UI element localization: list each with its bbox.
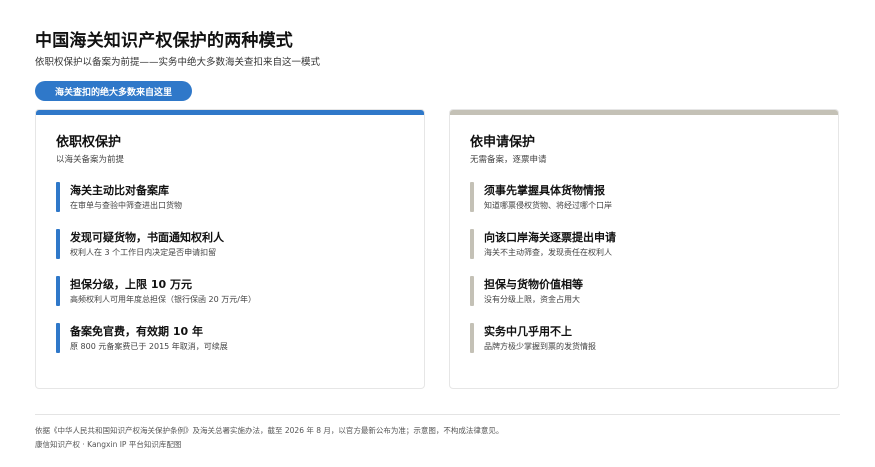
list-item: 发现可疑货物，书面通知权利人 权利人在 3 个工作日内决定是否申请扣留 bbox=[56, 229, 406, 259]
ex-officio-protection-card: 依职权保护 以海关备案为前提 海关主动比对备案库 在审单与查验中筛查进出口货物 … bbox=[35, 109, 425, 389]
list-item: 海关主动比对备案库 在审单与查验中筛查进出口货物 bbox=[56, 182, 406, 212]
item-heading: 发现可疑货物，书面通知权利人 bbox=[70, 231, 224, 244]
item-accent-bar bbox=[470, 182, 474, 212]
list-item: 须事先掌握具体货物情报 知道哪票侵权货物、将经过哪个口岸 bbox=[470, 182, 820, 212]
on-application-protection-card: 依申请保护 无需备案，逐票申请 须事先掌握具体货物情报 知道哪票侵权货物、将经过… bbox=[449, 109, 839, 389]
item-heading: 实务中几乎用不上 bbox=[484, 325, 572, 338]
list-item: 实务中几乎用不上 品牌方极少掌握到票的发货情报 bbox=[470, 323, 820, 353]
card-title: 依职权保护 bbox=[56, 135, 122, 150]
item-description: 知道哪票侵权货物、将经过哪个口岸 bbox=[484, 201, 612, 210]
item-description: 权利人在 3 个工作日内决定是否申请扣留 bbox=[70, 248, 217, 257]
item-accent-bar bbox=[56, 276, 60, 306]
item-accent-bar bbox=[470, 276, 474, 306]
footer-credit: 康信知识产权 · Kangxin IP 平台知识库配图 bbox=[35, 440, 182, 449]
item-accent-bar bbox=[470, 229, 474, 259]
item-description: 品牌方极少掌握到票的发货情报 bbox=[484, 342, 596, 351]
footer-divider bbox=[35, 414, 840, 415]
item-description: 高频权利人可用年度总担保（银行保函 20 万元/年） bbox=[70, 295, 256, 304]
card-title: 依申请保护 bbox=[470, 135, 536, 150]
list-item: 担保与货物价值相等 没有分级上限，资金占用大 bbox=[470, 276, 820, 306]
item-description: 原 800 元备案费已于 2015 年取消，可续展 bbox=[70, 342, 228, 351]
list-item: 向该口岸海关逐票提出申请 海关不主动筛查，发现责任在权利人 bbox=[470, 229, 820, 259]
item-description: 在审单与查验中筛查进出口货物 bbox=[70, 201, 182, 210]
page-subtitle: 依职权保护以备案为前提——实务中绝大多数海关查扣来自这一模式 bbox=[35, 57, 321, 68]
card-top-bar bbox=[450, 110, 838, 115]
item-heading: 向该口岸海关逐票提出申请 bbox=[484, 231, 616, 244]
item-heading: 海关主动比对备案库 bbox=[70, 184, 169, 197]
item-heading: 担保分级，上限 10 万元 bbox=[70, 278, 192, 291]
list-item: 备案免官费，有效期 10 年 原 800 元备案费已于 2015 年取消，可续展 bbox=[56, 323, 406, 353]
highlight-badge: 海关查扣的绝大多数来自这里 bbox=[35, 81, 192, 101]
item-accent-bar bbox=[56, 182, 60, 212]
item-heading: 担保与货物价值相等 bbox=[484, 278, 583, 291]
item-description: 海关不主动筛查，发现责任在权利人 bbox=[484, 248, 612, 257]
item-description: 没有分级上限，资金占用大 bbox=[484, 295, 580, 304]
list-item: 担保分级，上限 10 万元 高频权利人可用年度总担保（银行保函 20 万元/年） bbox=[56, 276, 406, 306]
item-heading: 须事先掌握具体货物情报 bbox=[484, 184, 605, 197]
item-accent-bar bbox=[56, 229, 60, 259]
card-subtitle: 以海关备案为前提 bbox=[56, 155, 125, 165]
page-title: 中国海关知识产权保护的两种模式 bbox=[35, 31, 293, 51]
item-heading: 备案免官费，有效期 10 年 bbox=[70, 325, 203, 338]
card-subtitle: 无需备案，逐票申请 bbox=[470, 155, 547, 165]
item-accent-bar bbox=[56, 323, 60, 353]
footer-note: 依据《中华人民共和国知识产权海关保护条例》及海关总署实施办法，截至 2026 年… bbox=[35, 426, 504, 435]
card-top-bar bbox=[36, 110, 424, 115]
item-accent-bar bbox=[470, 323, 474, 353]
